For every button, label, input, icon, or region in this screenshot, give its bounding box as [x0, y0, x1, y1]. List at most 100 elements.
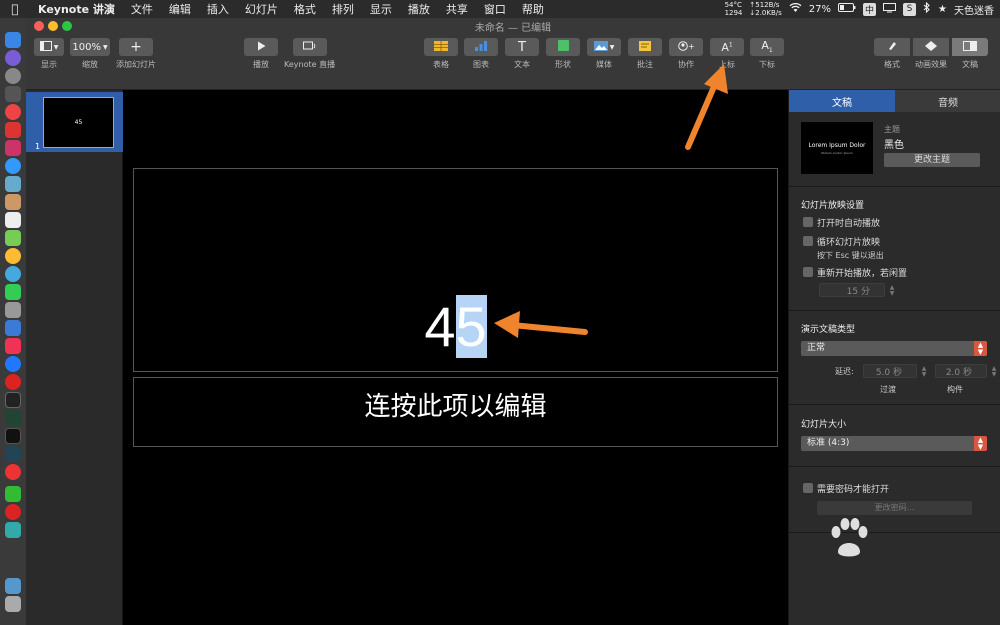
notes-icon[interactable]: [5, 194, 21, 210]
photos-icon[interactable]: [5, 248, 21, 264]
netease-icon[interactable]: [5, 504, 21, 520]
stepper-arrows-icon[interactable]: ▲ ▼: [920, 366, 928, 378]
calendar-icon[interactable]: [5, 212, 21, 228]
keynote-live-button[interactable]: [292, 38, 327, 56]
menu-file[interactable]: 文件: [123, 1, 161, 17]
zoom-select[interactable]: 100% ▼: [70, 38, 110, 56]
menu-view[interactable]: 显示: [362, 1, 400, 17]
stepper-arrows-icon[interactable]: ▲ ▼: [888, 285, 896, 297]
launchpad-icon[interactable]: [5, 68, 21, 84]
document-button[interactable]: [952, 38, 988, 56]
system-stats[interactable]: 54°C 1294: [725, 1, 743, 17]
app-icon-teal[interactable]: [5, 522, 21, 538]
format-button[interactable]: [874, 38, 910, 56]
facetime-icon[interactable]: [5, 284, 21, 300]
play-button[interactable]: [244, 38, 278, 56]
change-theme-button[interactable]: 更改主题: [884, 153, 980, 167]
vivaldi-icon[interactable]: [5, 374, 21, 390]
music-icon[interactable]: [5, 338, 21, 354]
shape-button[interactable]: [546, 38, 580, 56]
loop-option[interactable]: 循环幻灯片放映 按下 Esc 键以退出: [803, 235, 884, 261]
display-icon[interactable]: [883, 2, 897, 16]
menu-edit[interactable]: 编辑: [161, 1, 199, 17]
network-stats[interactable]: ↑512B/s ↓2.0KB/s: [749, 1, 781, 17]
slide-canvas[interactable]: 45 连按此项以编辑: [123, 90, 788, 625]
tab-audio[interactable]: 音频: [895, 90, 1000, 112]
restart-checkbox[interactable]: [803, 267, 813, 277]
menu-arrange[interactable]: 排列: [324, 1, 362, 17]
autoplay-option[interactable]: 打开时自动播放: [803, 216, 880, 229]
siri-icon[interactable]: [5, 50, 21, 66]
vpn-icon[interactable]: [5, 446, 21, 462]
app-icon-pink[interactable]: [5, 140, 21, 156]
tab-document[interactable]: 文稿: [789, 90, 895, 112]
text-button[interactable]: T: [505, 38, 539, 56]
body-placeholder[interactable]: 连按此项以编辑: [133, 377, 778, 447]
messages-icon[interactable]: [5, 266, 21, 282]
idle-minutes-stepper[interactable]: 15 分 ▲ ▼: [819, 283, 894, 297]
wechat-icon[interactable]: [5, 486, 21, 502]
password-checkbox[interactable]: [803, 483, 813, 493]
folder-icon[interactable]: [5, 578, 21, 594]
play-tool: 播放: [244, 38, 278, 70]
menu-play[interactable]: 播放: [400, 1, 438, 17]
presentation-type-select[interactable]: 正常 ▲ ▼: [801, 341, 987, 356]
title-text-selected[interactable]: 5: [455, 295, 487, 358]
build-delay-stepper[interactable]: 2.0 秒 ▲ ▼: [935, 364, 996, 378]
app-s-icon[interactable]: S: [903, 2, 917, 16]
maps-icon[interactable]: [5, 230, 21, 246]
menu-share[interactable]: 共享: [438, 1, 476, 17]
input-method-indicator[interactable]: 中: [863, 2, 877, 16]
password-option[interactable]: 需要密码才能打开: [803, 482, 889, 495]
keynote-icon[interactable]: [5, 320, 21, 336]
animate-button[interactable]: [913, 38, 949, 56]
battery-icon[interactable]: [838, 3, 856, 15]
chart-button[interactable]: [464, 38, 498, 56]
rocket-icon[interactable]: [5, 86, 21, 102]
trash-icon[interactable]: [5, 596, 21, 612]
battery-percent[interactable]: 27%: [809, 4, 831, 15]
preview-icon[interactable]: [5, 176, 21, 192]
wifi-icon[interactable]: [789, 2, 802, 16]
slide-title[interactable]: 45: [134, 295, 777, 358]
menu-insert[interactable]: 插入: [199, 1, 237, 17]
finder-icon[interactable]: [5, 32, 21, 48]
terminal-icon[interactable]: [5, 392, 21, 408]
autoplay-checkbox[interactable]: [803, 217, 813, 227]
media-button[interactable]: ▼: [587, 38, 621, 56]
transition-delay-stepper[interactable]: 5.0 秒 ▲ ▼: [863, 364, 926, 378]
menu-window[interactable]: 窗口: [476, 1, 514, 17]
menu-app-name[interactable]: Keynote 讲演: [30, 1, 123, 17]
loop-checkbox[interactable]: [803, 236, 813, 246]
menu-slide[interactable]: 幻灯片: [237, 1, 286, 17]
subscript-button[interactable]: A1: [750, 38, 784, 56]
console-icon[interactable]: [5, 428, 21, 444]
stepper-arrows-icon[interactable]: ▲ ▼: [990, 366, 998, 378]
yandex-icon[interactable]: [5, 464, 21, 480]
title-placeholder[interactable]: 45: [133, 168, 778, 372]
slide-thumbnail[interactable]: 45: [43, 97, 114, 148]
superscript-button[interactable]: A1: [710, 38, 744, 56]
user-name[interactable]: 天色迷香: [954, 2, 994, 17]
star-icon[interactable]: ★: [938, 4, 947, 15]
restart-option[interactable]: 重新开始播放，若闲置: [803, 266, 907, 279]
change-password-button[interactable]: 更改密码...: [817, 501, 972, 515]
activity-icon[interactable]: [5, 410, 21, 426]
collaborate-button[interactable]: +: [669, 38, 703, 56]
chrome-icon[interactable]: [5, 104, 21, 120]
slide-size-select[interactable]: 标准 (4:3) ▲ ▼: [801, 436, 987, 451]
table-button[interactable]: [424, 38, 458, 56]
apple-icon[interactable]: : [0, 2, 30, 16]
add-slide-button[interactable]: +: [119, 38, 153, 56]
app-icon-red[interactable]: [5, 122, 21, 138]
slide-thumbnail-selected[interactable]: 1 45: [26, 92, 123, 152]
bluetooth-icon[interactable]: [923, 1, 931, 16]
body-text[interactable]: 连按此项以编辑: [134, 386, 777, 423]
menu-format[interactable]: 格式: [286, 1, 324, 17]
view-button[interactable]: ▼: [34, 38, 64, 56]
app-store-icon[interactable]: [5, 356, 21, 372]
menu-help[interactable]: 帮助: [514, 1, 552, 17]
app-icon-gray[interactable]: [5, 302, 21, 318]
comment-button[interactable]: [628, 38, 662, 56]
safari-icon[interactable]: [5, 158, 21, 174]
